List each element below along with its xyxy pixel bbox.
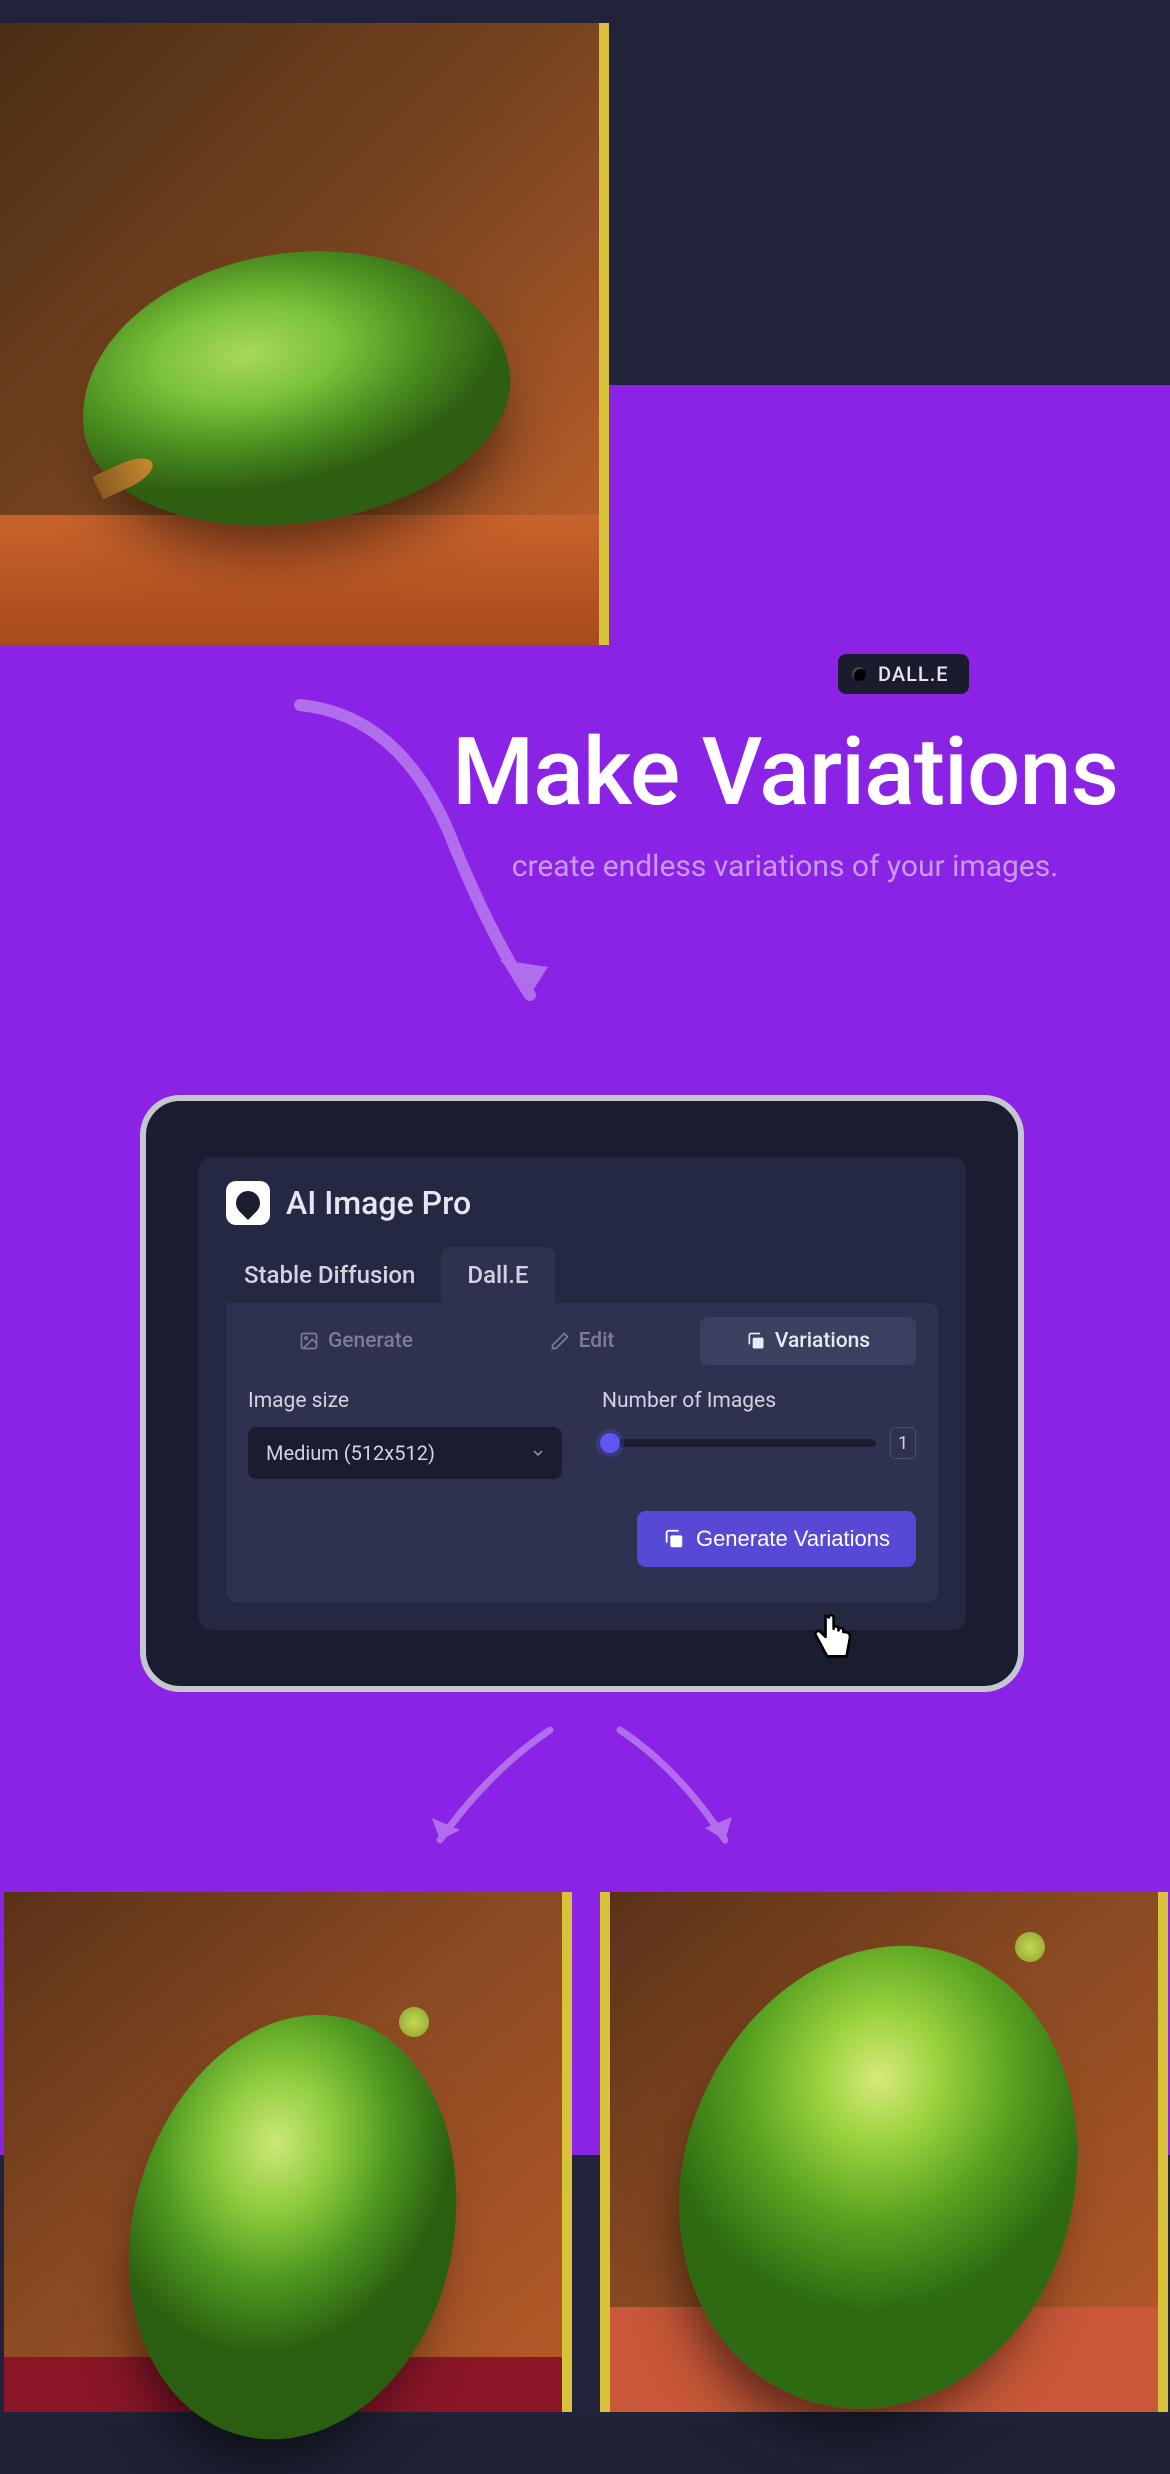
image-icon <box>299 1331 319 1351</box>
mode-panel: Generate Edit Variations Image size Medi… <box>226 1303 938 1602</box>
slider-thumb[interactable] <box>600 1433 620 1453</box>
copy-icon <box>663 1528 685 1550</box>
provider-badge-label: DALL.E <box>878 662 949 686</box>
subtab-edit[interactable]: Edit <box>474 1317 690 1365</box>
result-image-right <box>600 1892 1168 2412</box>
subtab-generate-label: Generate <box>328 1329 413 1353</box>
num-images-control: Number of Images 1 <box>602 1389 916 1479</box>
app-title: AI Image Pro <box>286 1184 471 1222</box>
cursor-hand-icon <box>806 1611 858 1666</box>
source-image-surface <box>0 515 599 645</box>
generate-variations-button[interactable]: Generate Variations <box>637 1511 916 1567</box>
subtab-variations[interactable]: Variations <box>700 1317 916 1365</box>
app-card: AI Image Pro Stable Diffusion Dall.E Gen… <box>140 1095 1024 1692</box>
image-size-value: Medium (512x512) <box>266 1441 435 1465</box>
image-size-control: Image size Medium (512x512) <box>248 1389 562 1479</box>
image-size-label: Image size <box>248 1389 562 1413</box>
model-tabs: Stable Diffusion Dall.E <box>218 1247 938 1303</box>
app-inner-panel: AI Image Pro Stable Diffusion Dall.E Gen… <box>198 1157 966 1630</box>
tab-dalle[interactable]: Dall.E <box>441 1247 554 1303</box>
result-right-stem <box>1015 1932 1045 1962</box>
headline-block: Make Variations create endless variation… <box>430 725 1140 888</box>
generate-button-label: Generate Variations <box>696 1526 890 1552</box>
copy-icon <box>746 1331 766 1351</box>
source-image <box>0 23 609 645</box>
pencil-icon <box>550 1331 570 1351</box>
result-image-left <box>4 1892 572 2412</box>
app-logo-icon <box>226 1181 270 1225</box>
controls-row: Image size Medium (512x512) Number of Im… <box>248 1389 916 1479</box>
num-images-value[interactable]: 1 <box>890 1427 916 1459</box>
split-arrows-icon <box>370 1720 790 1870</box>
result-left-stem <box>399 2007 429 2037</box>
provider-badge: DALL.E <box>838 654 969 694</box>
subtab-variations-label: Variations <box>775 1329 870 1353</box>
tab-stable-diffusion[interactable]: Stable Diffusion <box>218 1247 441 1303</box>
subtab-generate[interactable]: Generate <box>248 1317 464 1365</box>
chevron-down-icon <box>530 1445 546 1461</box>
source-image-fruit <box>63 224 526 551</box>
app-title-row: AI Image Pro <box>226 1181 938 1225</box>
headline-title: Make Variations <box>430 725 1140 819</box>
image-size-select[interactable]: Medium (512x512) <box>248 1427 562 1479</box>
num-images-slider-row: 1 <box>602 1427 916 1459</box>
subtab-edit-label: Edit <box>579 1329 615 1353</box>
num-images-label: Number of Images <box>602 1389 916 1413</box>
headline-subtitle: create endless variations of your images… <box>430 847 1140 888</box>
mode-subtabs: Generate Edit Variations <box>248 1303 916 1383</box>
num-images-slider[interactable] <box>602 1439 876 1447</box>
